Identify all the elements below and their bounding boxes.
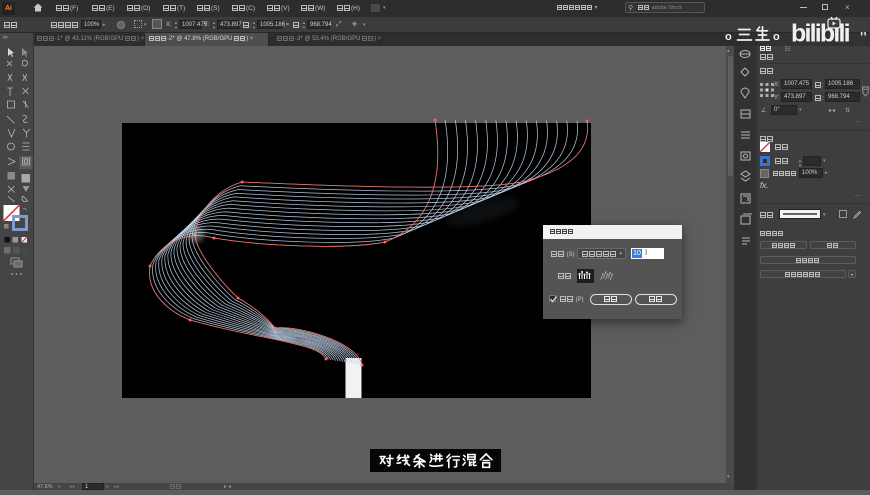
svg-text:o: o [725, 31, 732, 43]
svg-text:bilibili: bilibili [791, 20, 850, 47]
svg-text:,,: ,, [860, 23, 867, 37]
svg-text:o: o [773, 31, 780, 43]
